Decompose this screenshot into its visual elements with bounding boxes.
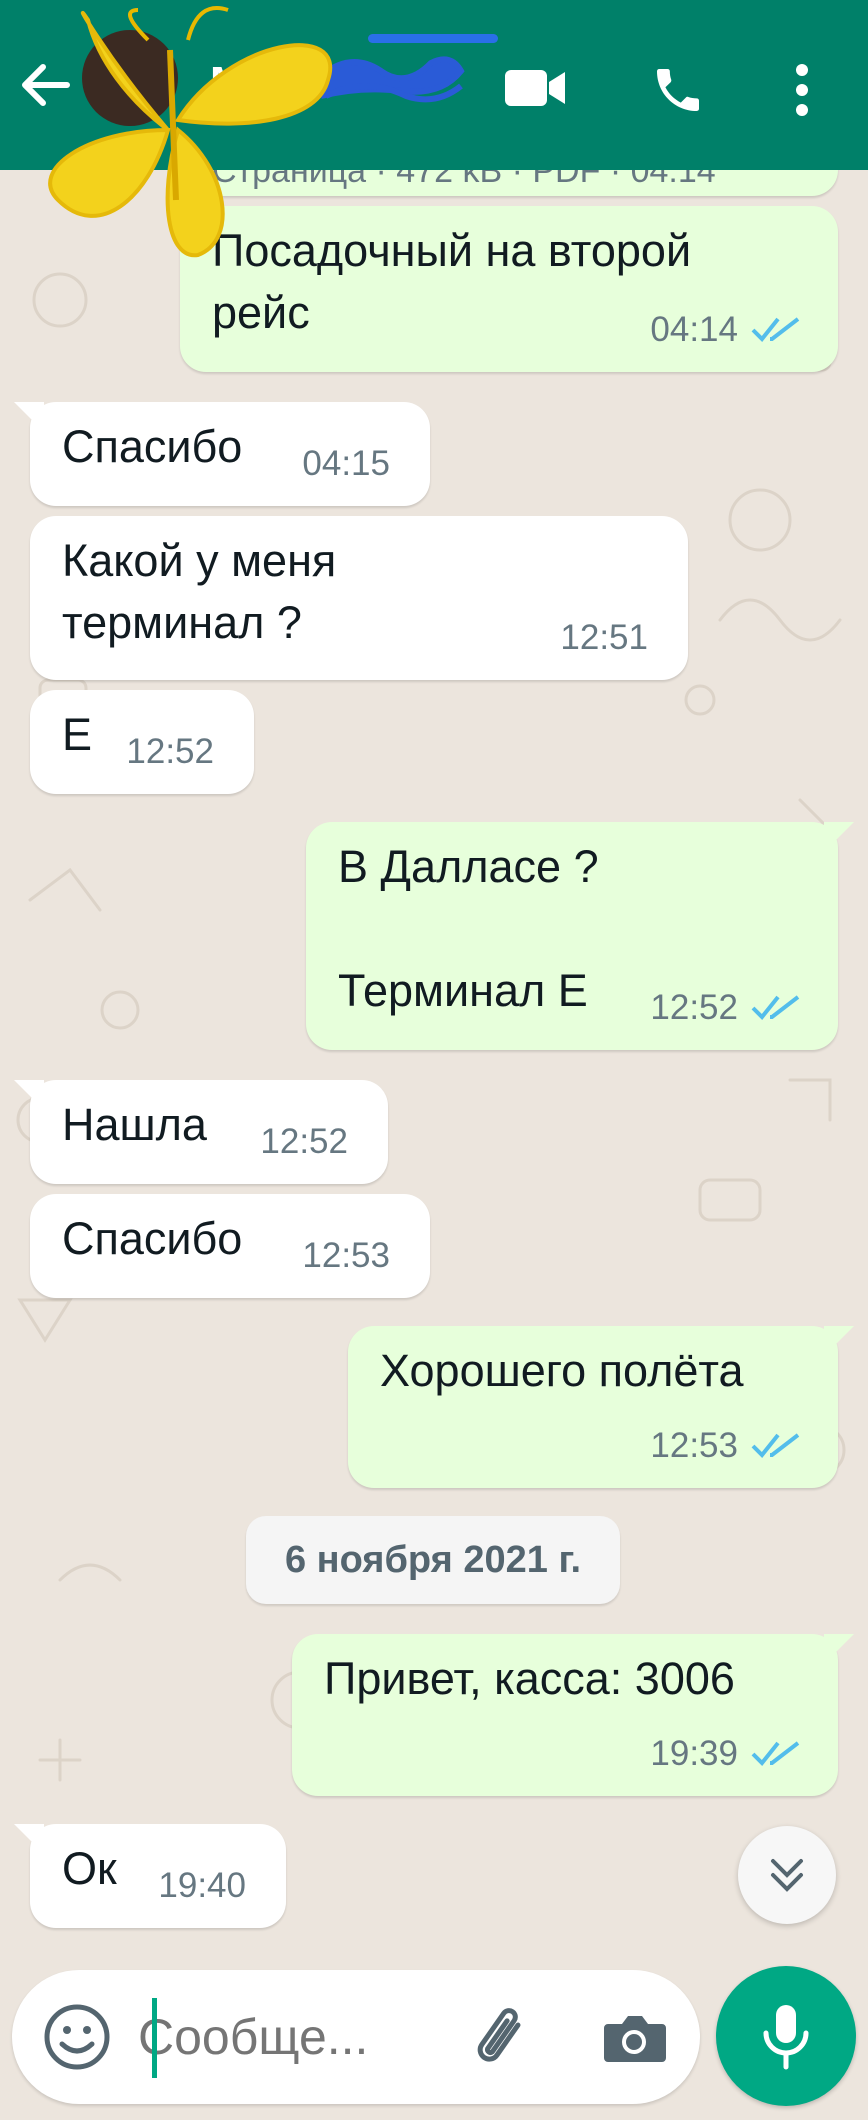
message-bubble-outgoing[interactable]: Хорошего полёта 12:53 xyxy=(348,1326,854,1488)
bubble-tail xyxy=(14,402,44,432)
message-time: 04:15 xyxy=(302,444,390,483)
bubble-tail xyxy=(824,1634,854,1664)
message-bubble-outgoing[interactable]: В Далласе ? Терминал Е 12:52 xyxy=(306,822,854,1050)
read-ticks-icon xyxy=(751,1741,800,1766)
message-composer xyxy=(12,1970,700,2104)
message-bubble-incoming[interactable]: Е 12:52 xyxy=(30,690,254,794)
voice-call-button[interactable] xyxy=(636,48,720,132)
more-vertical-icon xyxy=(796,64,808,116)
message-time: 19:39 xyxy=(650,1734,738,1773)
message-text: Привет, касса: 3006 xyxy=(324,1653,735,1704)
message-text: Какой у меня терминал ? xyxy=(62,535,337,648)
microphone-icon xyxy=(763,2005,809,2070)
camera-button[interactable] xyxy=(594,1998,674,2078)
emoji-icon xyxy=(44,2004,110,2070)
message-time: 04:14 xyxy=(650,310,738,349)
message-time: 12:52 xyxy=(650,988,738,1027)
message-time: 19:40 xyxy=(158,1866,246,1905)
message-time: 12:51 xyxy=(560,618,648,657)
bubble-tail xyxy=(14,1080,44,1110)
message-time: 12:53 xyxy=(302,1236,390,1275)
read-ticks-icon xyxy=(751,1433,800,1458)
scroll-to-bottom-button[interactable] xyxy=(738,1826,836,1924)
attach-button[interactable] xyxy=(462,1998,542,2078)
voice-message-button[interactable] xyxy=(716,1966,856,2106)
double-chevron-down-icon xyxy=(771,1859,803,1892)
bubble-tail xyxy=(824,1326,854,1356)
paperclip-icon xyxy=(477,2008,521,2062)
message-bubble-incoming[interactable]: Какой у меня терминал ? 12:51 xyxy=(30,516,688,680)
video-call-button[interactable] xyxy=(490,48,580,128)
camera-icon xyxy=(604,2016,666,2062)
bubble-tail xyxy=(824,822,854,852)
message-input[interactable] xyxy=(138,2000,438,2074)
read-ticks-icon xyxy=(751,995,800,1020)
message-text: Хорошего полёта xyxy=(380,1345,744,1396)
message-bubble-incoming[interactable]: Нашла 12:52 xyxy=(14,1080,388,1184)
read-ticks-icon xyxy=(751,317,800,342)
phone-icon xyxy=(657,69,699,111)
message-bubble-outgoing[interactable]: Привет, касса: 3006 19:39 xyxy=(292,1634,854,1796)
more-options-button[interactable] xyxy=(780,48,824,132)
emoji-button[interactable] xyxy=(40,2000,114,2074)
text-caret xyxy=(152,1998,157,2078)
date-separator: 6 ноября 2021 г. xyxy=(246,1516,620,1604)
message-time: 12:52 xyxy=(126,732,214,771)
drag-handle xyxy=(368,34,498,43)
message-time: 12:52 xyxy=(260,1122,348,1161)
video-camera-icon xyxy=(505,70,565,106)
message-bubble-incoming[interactable]: Спасибо 12:53 xyxy=(30,1194,430,1298)
bubble-tail xyxy=(14,1824,44,1854)
message-bubble-incoming[interactable]: Ок 19:40 xyxy=(14,1824,286,1928)
butterfly-sticker xyxy=(48,6,333,258)
message-time: 12:53 xyxy=(650,1426,738,1465)
message-bubble-incoming[interactable]: Спасибо 04:15 xyxy=(14,402,430,506)
